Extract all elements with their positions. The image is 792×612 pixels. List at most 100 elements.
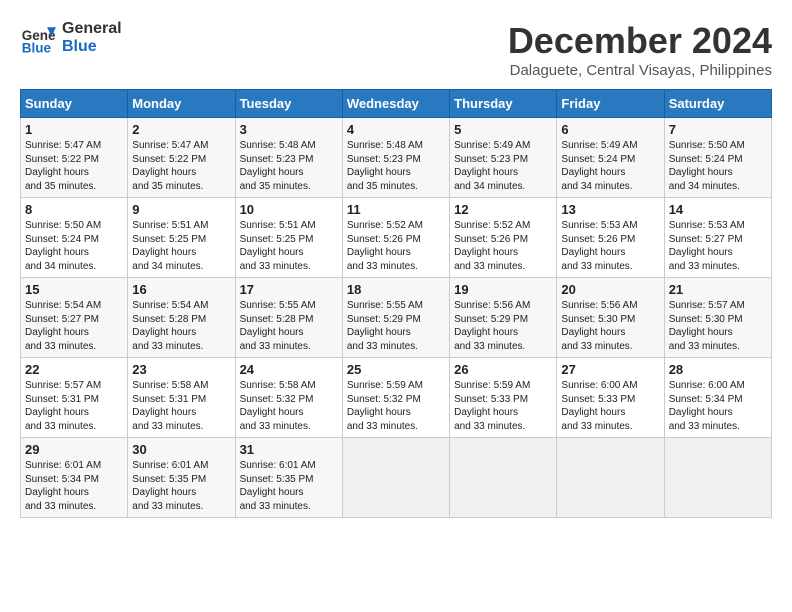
calendar-cell: 29 Sunrise: 6:01 AM Sunset: 5:34 PM Dayl…: [21, 438, 128, 518]
cell-content: Sunrise: 5:48 AM Sunset: 5:23 PM Dayligh…: [240, 139, 338, 193]
cell-content: Sunrise: 6:01 AM Sunset: 5:34 PM Dayligh…: [25, 459, 123, 513]
cell-content: Sunrise: 5:51 AM Sunset: 5:25 PM Dayligh…: [132, 219, 230, 273]
calendar-cell: 7 Sunrise: 5:50 AM Sunset: 5:24 PM Dayli…: [664, 118, 771, 198]
month-year-title: December 2024: [508, 20, 772, 62]
day-number: 6: [561, 122, 659, 137]
calendar-cell: 21 Sunrise: 5:57 AM Sunset: 5:30 PM Dayl…: [664, 278, 771, 358]
cell-content: Sunrise: 5:57 AM Sunset: 5:31 PM Dayligh…: [25, 379, 123, 433]
logo-blue: Blue: [62, 38, 122, 56]
calendar-cell: 9 Sunrise: 5:51 AM Sunset: 5:25 PM Dayli…: [128, 198, 235, 278]
day-number: 29: [25, 442, 123, 457]
day-number: 31: [240, 442, 338, 457]
cell-content: Sunrise: 5:53 AM Sunset: 5:26 PM Dayligh…: [561, 219, 659, 273]
calendar-cell: 4 Sunrise: 5:48 AM Sunset: 5:23 PM Dayli…: [342, 118, 449, 198]
day-number: 20: [561, 282, 659, 297]
calendar-header: SundayMondayTuesdayWednesdayThursdayFrid…: [21, 90, 772, 118]
cell-content: Sunrise: 5:56 AM Sunset: 5:29 PM Dayligh…: [454, 299, 552, 353]
day-number: 12: [454, 202, 552, 217]
cell-content: Sunrise: 5:47 AM Sunset: 5:22 PM Dayligh…: [132, 139, 230, 193]
calendar-cell: 6 Sunrise: 5:49 AM Sunset: 5:24 PM Dayli…: [557, 118, 664, 198]
day-number: 13: [561, 202, 659, 217]
cell-content: Sunrise: 5:47 AM Sunset: 5:22 PM Dayligh…: [25, 139, 123, 193]
day-number: 14: [669, 202, 767, 217]
day-number: 15: [25, 282, 123, 297]
calendar-cell: 10 Sunrise: 5:51 AM Sunset: 5:25 PM Dayl…: [235, 198, 342, 278]
weekday-header: Tuesday: [235, 90, 342, 118]
calendar-cell: 5 Sunrise: 5:49 AM Sunset: 5:23 PM Dayli…: [450, 118, 557, 198]
calendar-cell: 3 Sunrise: 5:48 AM Sunset: 5:23 PM Dayli…: [235, 118, 342, 198]
day-number: 28: [669, 362, 767, 377]
day-number: 2: [132, 122, 230, 137]
cell-content: Sunrise: 5:52 AM Sunset: 5:26 PM Dayligh…: [454, 219, 552, 273]
cell-content: Sunrise: 5:57 AM Sunset: 5:30 PM Dayligh…: [669, 299, 767, 353]
cell-content: Sunrise: 5:49 AM Sunset: 5:23 PM Dayligh…: [454, 139, 552, 193]
calendar-week-row: 1 Sunrise: 5:47 AM Sunset: 5:22 PM Dayli…: [21, 118, 772, 198]
day-number: 19: [454, 282, 552, 297]
weekday-header: Saturday: [664, 90, 771, 118]
day-number: 21: [669, 282, 767, 297]
cell-content: Sunrise: 5:48 AM Sunset: 5:23 PM Dayligh…: [347, 139, 445, 193]
day-number: 25: [347, 362, 445, 377]
cell-content: Sunrise: 6:01 AM Sunset: 5:35 PM Dayligh…: [132, 459, 230, 513]
calendar-week-row: 22 Sunrise: 5:57 AM Sunset: 5:31 PM Dayl…: [21, 358, 772, 438]
calendar-cell: 18 Sunrise: 5:55 AM Sunset: 5:29 PM Dayl…: [342, 278, 449, 358]
calendar-week-row: 8 Sunrise: 5:50 AM Sunset: 5:24 PM Dayli…: [21, 198, 772, 278]
day-number: 11: [347, 202, 445, 217]
calendar-cell: 11 Sunrise: 5:52 AM Sunset: 5:26 PM Dayl…: [342, 198, 449, 278]
title-block: December 2024 Dalaguete, Central Visayas…: [508, 20, 772, 79]
cell-content: Sunrise: 5:59 AM Sunset: 5:33 PM Dayligh…: [454, 379, 552, 433]
cell-content: Sunrise: 5:50 AM Sunset: 5:24 PM Dayligh…: [669, 139, 767, 193]
day-number: 7: [669, 122, 767, 137]
cell-content: Sunrise: 5:50 AM Sunset: 5:24 PM Dayligh…: [25, 219, 123, 273]
day-number: 27: [561, 362, 659, 377]
cell-content: Sunrise: 6:00 AM Sunset: 5:34 PM Dayligh…: [669, 379, 767, 433]
cell-content: Sunrise: 5:55 AM Sunset: 5:28 PM Dayligh…: [240, 299, 338, 353]
day-number: 1: [25, 122, 123, 137]
cell-content: Sunrise: 5:54 AM Sunset: 5:27 PM Dayligh…: [25, 299, 123, 353]
calendar-cell: 12 Sunrise: 5:52 AM Sunset: 5:26 PM Dayl…: [450, 198, 557, 278]
cell-content: Sunrise: 5:49 AM Sunset: 5:24 PM Dayligh…: [561, 139, 659, 193]
day-number: 10: [240, 202, 338, 217]
day-number: 30: [132, 442, 230, 457]
calendar-cell: 14 Sunrise: 5:53 AM Sunset: 5:27 PM Dayl…: [664, 198, 771, 278]
day-number: 5: [454, 122, 552, 137]
calendar-cell: 16 Sunrise: 5:54 AM Sunset: 5:28 PM Dayl…: [128, 278, 235, 358]
weekday-header: Friday: [557, 90, 664, 118]
day-number: 23: [132, 362, 230, 377]
day-number: 17: [240, 282, 338, 297]
calendar-table: SundayMondayTuesdayWednesdayThursdayFrid…: [20, 89, 772, 518]
calendar-cell: [557, 438, 664, 518]
calendar-cell: [342, 438, 449, 518]
day-number: 3: [240, 122, 338, 137]
day-number: 4: [347, 122, 445, 137]
day-number: 16: [132, 282, 230, 297]
cell-content: Sunrise: 5:58 AM Sunset: 5:32 PM Dayligh…: [240, 379, 338, 433]
day-number: 9: [132, 202, 230, 217]
cell-content: Sunrise: 6:01 AM Sunset: 5:35 PM Dayligh…: [240, 459, 338, 513]
cell-content: Sunrise: 5:51 AM Sunset: 5:25 PM Dayligh…: [240, 219, 338, 273]
calendar-cell: 26 Sunrise: 5:59 AM Sunset: 5:33 PM Dayl…: [450, 358, 557, 438]
calendar-cell: 30 Sunrise: 6:01 AM Sunset: 5:35 PM Dayl…: [128, 438, 235, 518]
calendar-cell: 20 Sunrise: 5:56 AM Sunset: 5:30 PM Dayl…: [557, 278, 664, 358]
calendar-cell: 25 Sunrise: 5:59 AM Sunset: 5:32 PM Dayl…: [342, 358, 449, 438]
logo-general: General: [62, 20, 122, 38]
calendar-cell: 31 Sunrise: 6:01 AM Sunset: 5:35 PM Dayl…: [235, 438, 342, 518]
weekday-header: Thursday: [450, 90, 557, 118]
calendar-cell: 13 Sunrise: 5:53 AM Sunset: 5:26 PM Dayl…: [557, 198, 664, 278]
calendar-cell: [450, 438, 557, 518]
calendar-cell: 8 Sunrise: 5:50 AM Sunset: 5:24 PM Dayli…: [21, 198, 128, 278]
day-number: 18: [347, 282, 445, 297]
logo-icon: General Blue: [20, 20, 56, 56]
cell-content: Sunrise: 5:53 AM Sunset: 5:27 PM Dayligh…: [669, 219, 767, 273]
calendar-cell: 17 Sunrise: 5:55 AM Sunset: 5:28 PM Dayl…: [235, 278, 342, 358]
day-number: 22: [25, 362, 123, 377]
location-subtitle: Dalaguete, Central Visayas, Philippines: [508, 62, 772, 79]
cell-content: Sunrise: 5:54 AM Sunset: 5:28 PM Dayligh…: [132, 299, 230, 353]
day-number: 26: [454, 362, 552, 377]
calendar-cell: 23 Sunrise: 5:58 AM Sunset: 5:31 PM Dayl…: [128, 358, 235, 438]
day-number: 24: [240, 362, 338, 377]
cell-content: Sunrise: 6:00 AM Sunset: 5:33 PM Dayligh…: [561, 379, 659, 433]
logo: General Blue General Blue: [20, 20, 122, 56]
calendar-cell: 24 Sunrise: 5:58 AM Sunset: 5:32 PM Dayl…: [235, 358, 342, 438]
weekday-header: Monday: [128, 90, 235, 118]
